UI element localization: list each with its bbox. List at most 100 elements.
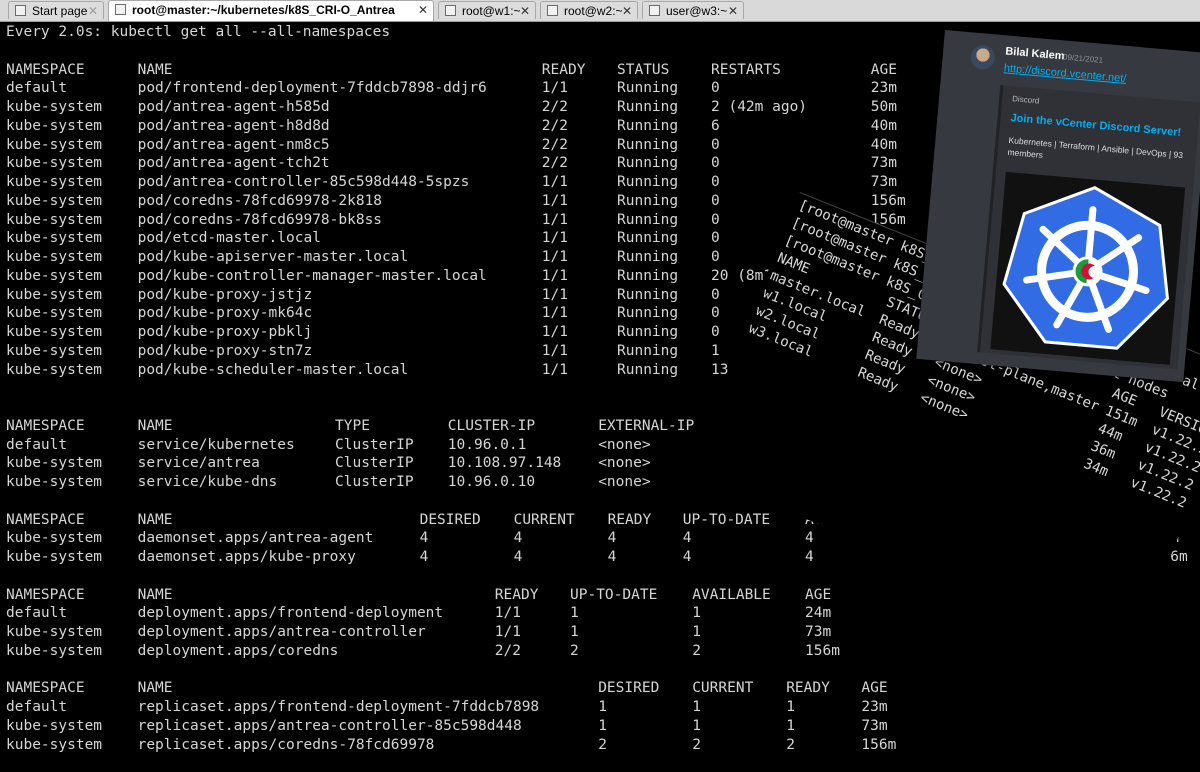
username: Bilal Kalem	[1004, 45, 1065, 63]
terminal-icon	[649, 5, 660, 16]
cell: Running	[617, 361, 679, 378]
cell: Running	[617, 324, 679, 340]
cell: Running	[617, 267, 679, 284]
cell: pod/kube-proxy-pbklj	[137, 324, 313, 340]
cell: 2/2	[541, 117, 568, 134]
message-date: 09/21/2021	[1062, 52, 1104, 65]
cell: pod/etcd-master.local	[137, 230, 321, 247]
invite-link[interactable]: http://discord.vcenter.net/	[1003, 62, 1126, 85]
cell: 2	[692, 642, 701, 659]
cell: Running	[617, 342, 679, 359]
tab-label: user@w3:~	[666, 4, 728, 18]
cell: 1	[786, 717, 795, 734]
cell: <none>	[598, 455, 651, 472]
cell: CURRENT	[692, 680, 754, 697]
tab-w1[interactable]: root@w1:~ ✕	[438, 1, 536, 19]
close-icon[interactable]: ✕	[520, 2, 530, 19]
cell: 1/1	[541, 80, 568, 97]
tab-master[interactable]: root@master:~/kubernetes/k8S_CRI-O_Antre…	[108, 0, 434, 21]
tab-w3[interactable]: user@w3:~ ✕	[642, 1, 744, 19]
cell: 0	[711, 249, 720, 265]
cell: READY	[494, 586, 539, 603]
cell: kube-system	[6, 342, 103, 359]
cell: DESIRED	[419, 511, 481, 528]
close-icon[interactable]: ✕	[622, 2, 632, 19]
cell: 23m	[861, 699, 888, 715]
cell: kube-system	[6, 99, 103, 115]
cell: <none>	[598, 436, 651, 453]
cell: Running	[617, 192, 679, 209]
cell: kube-system	[6, 192, 103, 209]
cell: UP-TO-DATE	[682, 511, 771, 528]
cell: 23m	[870, 80, 897, 97]
cell: kube-system	[6, 642, 103, 659]
cell: daemonset.apps/kube-proxy	[137, 549, 356, 565]
close-icon[interactable]: ✕	[728, 2, 738, 19]
cell: RESTARTS	[711, 61, 781, 78]
cell: 4	[682, 549, 692, 565]
cell: pod/antrea-agent-h8d8d	[137, 117, 330, 134]
cell: 50m	[870, 99, 897, 115]
cell: Running	[617, 230, 679, 247]
embed-title[interactable]: Join the vCenter Discord Server!	[1010, 112, 1182, 139]
cell: replicaset.apps/coredns-78fcd69978	[137, 736, 435, 753]
tab-bar: Start page ✕ root@master:~/kubernetes/k8…	[0, 0, 1200, 22]
cell: pod/antrea-agent-nm8c5	[137, 136, 330, 153]
cell: 1	[598, 699, 607, 715]
cell: 4	[607, 549, 617, 565]
cell: 6	[711, 117, 720, 134]
cell: 40m	[870, 136, 897, 153]
cell: 4	[682, 530, 692, 547]
cell: kube-system	[6, 211, 103, 228]
cell: service/antrea	[137, 455, 260, 472]
cell: Running	[617, 117, 679, 134]
close-icon[interactable]: ✕	[418, 1, 428, 19]
cell: AGE	[870, 61, 897, 78]
cell: NAMESPACE	[6, 61, 85, 78]
cell: 0	[711, 305, 720, 322]
cell: ClusterIP	[335, 455, 414, 472]
close-icon[interactable]: ✕	[88, 2, 98, 19]
embed-site: Discord	[1011, 94, 1040, 106]
cell: kube-system	[6, 174, 103, 190]
cell: 4	[419, 549, 429, 565]
cell: NAMESPACE	[6, 511, 85, 528]
cell: 1	[692, 624, 701, 640]
cell: deployment.apps/antrea-controller	[137, 624, 426, 640]
cell: deployment.apps/frontend-deployment	[137, 605, 444, 622]
cell: 1	[692, 605, 701, 622]
cell: 156m	[870, 192, 906, 209]
cell: 2	[598, 736, 607, 753]
cell: 1/1	[541, 267, 568, 284]
cell: pod/antrea-controller-85c598d448-5spzs	[137, 174, 470, 190]
tab-label: root@w2:~	[564, 4, 623, 18]
page-icon	[15, 5, 26, 16]
cell: 1	[692, 699, 701, 715]
cell: 73m	[805, 624, 832, 640]
cell: 73m	[870, 155, 897, 172]
cell: 4	[513, 549, 523, 565]
tab-start-page[interactable]: Start page ✕	[8, 1, 104, 19]
tab-w2[interactable]: root@w2:~ ✕	[540, 1, 638, 19]
cell: pod/coredns-78fcd69978-bk8ss	[137, 211, 383, 228]
cell: kube-system	[6, 361, 103, 378]
cell: 10.108.97.148	[447, 455, 562, 472]
cell: service/kubernetes	[137, 436, 295, 453]
cell: kube-system	[6, 549, 103, 565]
cell: 2/2	[494, 642, 521, 659]
cell: 0	[711, 80, 720, 97]
cell: pod/kube-proxy-mk64c	[137, 305, 313, 322]
cell: 0	[711, 230, 720, 247]
terminal-icon	[547, 5, 558, 16]
cell: 0	[711, 174, 720, 190]
cell: 156m	[861, 736, 897, 753]
cell: 2/2	[541, 155, 568, 172]
terminal-icon	[115, 4, 126, 15]
cell: 1/1	[541, 249, 568, 265]
avatar	[969, 44, 996, 71]
cell: 2	[786, 736, 795, 753]
cell: Running	[617, 174, 679, 190]
cell: kube-system	[6, 717, 103, 734]
tab-label: root@master:~/kubernetes/k8S_CRI-O_Antre…	[132, 3, 395, 17]
cell: kube-system	[6, 267, 103, 284]
